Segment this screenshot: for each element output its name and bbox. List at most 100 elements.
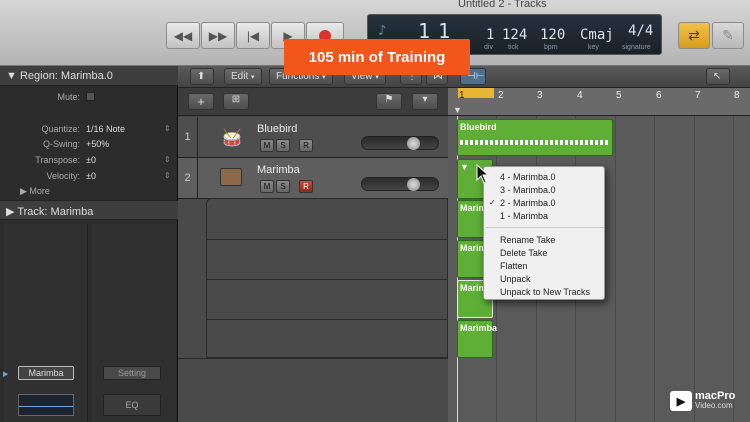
ruler-tick: 4 <box>577 90 583 101</box>
lcd-tempo: 120 <box>540 27 566 43</box>
region-title: Region: Marimba.0 <box>19 70 113 82</box>
solo-button[interactable]: S <box>276 139 290 152</box>
training-promo-banner[interactable]: 105 min of Training <box>284 39 470 75</box>
setting-button[interactable]: Setting <box>103 366 161 380</box>
checkmark-icon: ✓ <box>489 198 496 207</box>
bluebird-region[interactable]: Bluebird <box>457 119 613 156</box>
lcd-key-label: key <box>588 44 599 51</box>
track-inspector-header[interactable]: ▶ Track: Marimba <box>0 200 178 220</box>
region-inspector-header[interactable]: ▼ Region: Marimba.0 <box>0 66 178 86</box>
collapse-button[interactable]: ▾ <box>412 93 438 110</box>
back-button[interactable]: ⬆ <box>190 68 214 85</box>
go-to-start-icon: |◀ <box>246 28 260 43</box>
track-row-bluebird[interactable]: 1 🥁 Bluebird M S R <box>178 117 448 158</box>
flag-icon: ⚑ <box>384 94 394 105</box>
track-list-header: + ⊞ ⚑ ▾ <box>178 88 448 116</box>
pointer-tool-button[interactable]: ↖ <box>706 68 730 85</box>
menu-item-delete-take[interactable]: Delete Take <box>500 248 547 258</box>
pointer-icon: ↖ <box>713 71 722 82</box>
arrow-up-icon: ⬆ <box>197 71 206 82</box>
mute-button[interactable]: M <box>260 180 274 193</box>
bar-line <box>733 116 734 422</box>
pencil-button[interactable]: ✎ <box>712 22 744 49</box>
track-row-marimba[interactable]: 2 Marimba M S R <box>178 158 448 199</box>
rewind-icon: ◀◀ <box>173 28 193 43</box>
chevron-down-icon: ▾ <box>422 94 428 105</box>
disclosure-closed-icon: ▶ <box>20 186 30 196</box>
eq-button[interactable]: EQ <box>103 394 161 416</box>
flag-button[interactable]: ⚑ <box>376 93 402 110</box>
plus-icon: + <box>197 94 205 109</box>
timeline-ruler[interactable]: 1 2 3 4 5 6 7 8 ▼ <box>448 88 750 116</box>
lcd-div-label: div <box>484 44 493 51</box>
menu-item-unpack-new-tracks[interactable]: Unpack to New Tracks <box>500 287 590 297</box>
lcd-tick-label: tick <box>508 44 519 51</box>
selected-channel-icon: ▶ <box>3 371 9 378</box>
ruler-tick: 6 <box>656 90 662 101</box>
edit-menu[interactable]: Edit ▾ <box>224 68 262 85</box>
menu-item-flatten[interactable]: Flatten <box>500 261 528 271</box>
transpose-label: Transpose: <box>35 155 80 165</box>
cycle-icon: ⇄ <box>688 27 700 43</box>
volume-slider[interactable] <box>361 177 439 191</box>
menu-item-rename-take[interactable]: Rename Take <box>500 235 555 245</box>
menu-item-take-3[interactable]: 3 - Marimba.0 <box>500 185 556 195</box>
take-region[interactable]: Marimba <box>457 320 497 358</box>
drum-kit-icon: 🥁 <box>222 130 242 147</box>
playhead-icon[interactable]: ▼ <box>453 105 462 115</box>
menu-item-take-2[interactable]: 2 - Marimba.0 <box>500 198 556 208</box>
macprovideo-logo: ▶ macPro Video.com <box>670 388 744 414</box>
more-disclosure[interactable]: ▶ More <box>20 186 50 197</box>
menu-item-take-1[interactable]: 1 - Marimba <box>500 211 548 221</box>
mouse-cursor-icon <box>476 164 490 184</box>
transpose-value[interactable]: ±0 <box>86 155 96 165</box>
mute-button[interactable]: M <box>260 139 274 152</box>
bar-line <box>694 116 695 422</box>
record-enable-button[interactable]: R <box>299 139 313 152</box>
global-tracks-button[interactable]: ⊞ <box>223 93 249 110</box>
solo-button[interactable]: S <box>276 180 290 193</box>
empty-track-area <box>178 358 448 422</box>
mute-checkbox[interactable] <box>86 92 95 101</box>
stepper-icon[interactable]: ⇕ <box>164 124 171 133</box>
track-name: Bluebird <box>257 123 298 135</box>
region-name: Marimba <box>460 323 498 333</box>
logo-text-main: macPro <box>695 390 736 402</box>
menu-item-take-4[interactable]: 4 - Marimba.0 <box>500 172 556 182</box>
qswing-label: Q-Swing: <box>42 139 80 149</box>
track-number: 2 <box>178 158 198 198</box>
volume-knob[interactable] <box>407 137 420 150</box>
chevron-down-icon: ▾ <box>375 74 379 81</box>
track-number: 1 <box>178 117 198 157</box>
stepper-icon[interactable]: ⇕ <box>164 171 171 180</box>
velocity-label: Velocity: <box>46 171 80 181</box>
quantize-value[interactable]: 1/16 Note <box>86 124 125 134</box>
channel-strip-right <box>92 224 176 422</box>
menu-item-unpack[interactable]: Unpack <box>500 274 531 284</box>
ruler-tick: 8 <box>734 90 740 101</box>
mute-label: Mute: <box>57 92 80 102</box>
chevron-down-icon: ▾ <box>251 74 255 81</box>
qswing-value[interactable]: +50% <box>86 139 109 149</box>
stepper-icon[interactable]: ⇕ <box>164 155 171 164</box>
menu-separator <box>486 227 604 228</box>
cycle-button[interactable]: ⇄ <box>678 22 710 49</box>
rewind-button[interactable]: ◀◀ <box>166 22 200 49</box>
channel-name-button[interactable]: Marimba <box>18 366 74 380</box>
volume-slider[interactable] <box>361 136 439 150</box>
go-to-start-button[interactable]: |◀ <box>236 22 270 49</box>
bar-line <box>654 116 655 422</box>
volume-knob[interactable] <box>407 178 420 191</box>
channel-strip-left <box>4 224 88 422</box>
add-track-button[interactable]: + <box>188 93 214 110</box>
macprovideo-logo-icon: ▶ <box>670 391 692 411</box>
velocity-value[interactable]: ±0 <box>86 171 96 181</box>
tracks-icon: ⊞ <box>231 94 241 105</box>
record-enable-button[interactable]: R <box>299 180 313 193</box>
forward-button[interactable]: ▶▶ <box>201 22 235 49</box>
eq-display-left[interactable] <box>18 394 74 416</box>
lcd-signature: 4/4 <box>628 23 654 39</box>
ruler-tick: 2 <box>498 90 504 101</box>
lcd-key: Cmaj <box>580 27 614 43</box>
track-name: Marimba <box>257 164 300 176</box>
